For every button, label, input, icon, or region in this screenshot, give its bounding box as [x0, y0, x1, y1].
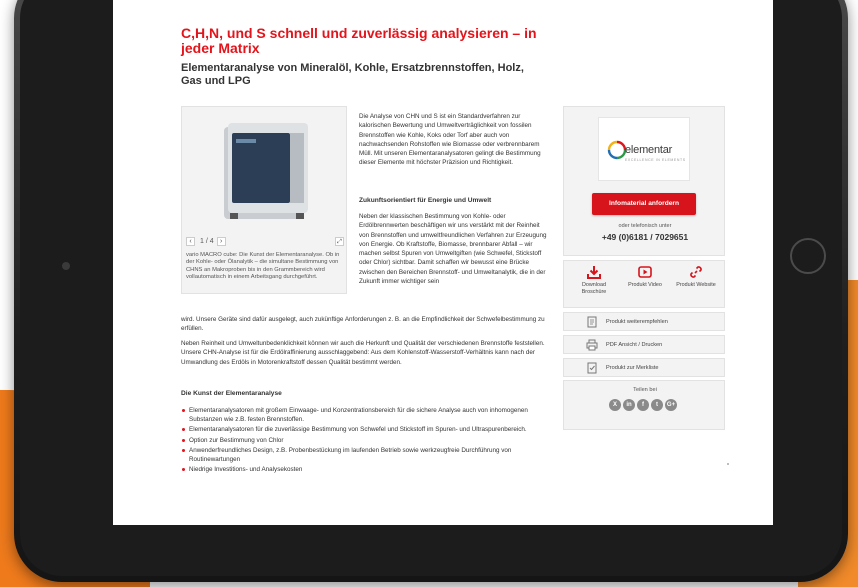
page-subtitle: Elementaranalyse von Mineralöl, Kohle, E… — [181, 62, 524, 87]
print-label: PDF Ansicht / Drucken — [606, 342, 663, 348]
product-image[interactable] — [212, 113, 322, 233]
share-box: Teilen bei X in f t G+ — [563, 380, 725, 430]
request-info-button[interactable]: Infomaterial anfordern — [592, 193, 696, 215]
recommend-icon — [587, 316, 597, 328]
web-page: C,H,N, und S schnell und zuverlässig ana… — [113, 0, 773, 525]
xing-icon[interactable]: X — [609, 399, 621, 411]
recommend-product-button[interactable]: Produkt weiterempfehlen — [563, 312, 725, 331]
watchlist-label: Produkt zur Merkliste — [606, 365, 659, 371]
section-heading-art: Die Kunst der Elementaranalyse — [181, 390, 282, 397]
bookmark-icon — [587, 362, 597, 374]
list-item: Niedrige Investitions- und Analysekosten — [181, 465, 561, 474]
list-item: Anwenderfreundliches Design, z.B. Proben… — [181, 446, 561, 464]
download-brochure-button[interactable]: Download Broschüre — [570, 265, 618, 305]
contact-box: elementar EXCELLENCE IN ELEMENTS Infomat… — [563, 106, 725, 256]
print-pdf-button[interactable]: PDF Ansicht / Drucken — [563, 335, 725, 354]
decorative-dot — [727, 463, 729, 465]
intro-paragraph: Die Analyse von CHN und S ist ein Standa… — [359, 113, 541, 167]
gallery-count: 1 / 4 — [200, 238, 214, 245]
recommend-label: Produkt weiterempfehlen — [606, 319, 668, 325]
facebook-icon[interactable]: f — [637, 399, 649, 411]
brand-logo[interactable]: elementar EXCELLENCE IN ELEMENTS — [598, 117, 690, 181]
googleplus-icon[interactable]: G+ — [665, 399, 677, 411]
energy-paragraph-continued: wird. Unsere Geräte sind dafür ausgelegt… — [181, 316, 545, 333]
quality-paragraph: Neben Reinheit und Umweltunbedenklichkei… — [181, 340, 545, 366]
share-label: Teilen bei — [633, 387, 657, 393]
page-title: C,H,N, und S schnell und zuverlässig ana… — [181, 25, 537, 56]
download-icon — [587, 266, 601, 279]
list-item: Elementaranalysatoren für die zuverlässi… — [181, 425, 561, 434]
chevron-left-icon[interactable]: ‹ — [186, 237, 195, 246]
energy-paragraph: Neben der klassischen Bestimmung von Koh… — [359, 213, 547, 286]
print-icon — [586, 339, 598, 351]
downloads-box: Download Broschüre Produkt Video Produkt… — [563, 260, 725, 308]
chevron-right-icon[interactable]: › — [216, 237, 226, 246]
camera-icon — [62, 262, 70, 270]
product-website-label: Produkt Website — [676, 282, 716, 288]
product-video-label: Produkt Video — [628, 282, 662, 288]
play-icon — [638, 266, 652, 278]
section-heading-energy: Zukunftsorientiert für Energie und Umwel… — [359, 197, 492, 204]
linkedin-icon[interactable]: in — [623, 399, 635, 411]
phone-label: oder telefonisch unter — [618, 223, 672, 229]
phone-number[interactable]: +49 (0)6181 / 7029651 — [564, 232, 726, 242]
link-icon — [690, 266, 702, 278]
home-button[interactable] — [790, 238, 826, 274]
gallery-pager: ‹ 1 / 4 › ⤢ — [186, 237, 344, 247]
product-video-button[interactable]: Produkt Video — [621, 265, 669, 305]
logo-mark-icon — [607, 140, 627, 160]
twitter-icon[interactable]: t — [651, 399, 663, 411]
list-item: Option zur Bestimmung von Chlor — [181, 436, 561, 445]
product-website-button[interactable]: Produkt Website — [672, 265, 720, 305]
tablet-frame: C,H,N, und S schnell und zuverlässig ana… — [14, 0, 848, 582]
list-item: Elementaranalysatoren mit großem Einwaag… — [181, 406, 561, 424]
add-to-watchlist-button[interactable]: Produkt zur Merkliste — [563, 358, 725, 377]
expand-icon[interactable]: ⤢ — [335, 237, 344, 246]
logo-text: elementar — [625, 144, 673, 156]
download-brochure-label: Download Broschüre — [581, 282, 607, 295]
logo-tagline: EXCELLENCE IN ELEMENTS — [625, 158, 686, 162]
image-caption: vario MACRO cube: Die Kunst der Elementa… — [186, 252, 340, 280]
feature-list: Elementaranalysatoren mit großem Einwaag… — [181, 406, 561, 475]
product-gallery: ‹ 1 / 4 › ⤢ vario MACRO cube: Die Kunst de… — [181, 106, 347, 294]
